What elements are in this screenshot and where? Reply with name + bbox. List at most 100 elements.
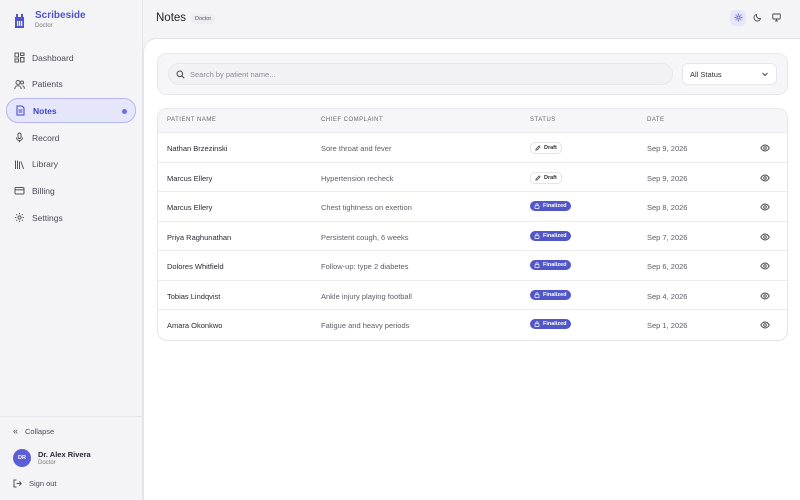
sidebar-item-patients[interactable]: Patients xyxy=(6,72,136,97)
app-role: Doctor xyxy=(35,23,53,29)
view-note-eye-icon[interactable] xyxy=(760,202,770,212)
main-content: All Status PATIENT NAME CHIEF COMPLAINT … xyxy=(143,38,800,500)
chevron-down-icon xyxy=(761,70,769,78)
patient-name: Tobias Lindqvist xyxy=(167,291,221,301)
sidebar-item-dashboard[interactable]: Dashboard xyxy=(6,45,136,70)
search-box[interactable] xyxy=(168,63,673,85)
status-label: Finalized xyxy=(543,262,567,268)
light-theme-button[interactable] xyxy=(730,10,746,26)
view-note-eye-icon[interactable] xyxy=(760,232,770,242)
search-input[interactable] xyxy=(190,69,650,79)
avatar: DR xyxy=(13,449,31,467)
view-note-eye-icon[interactable] xyxy=(760,291,770,301)
status-badge: Finalized xyxy=(530,319,571,329)
search-icon xyxy=(176,70,185,79)
status-label: Draft xyxy=(544,174,557,181)
sidebar-item-label: Billing xyxy=(32,185,55,196)
lock-icon xyxy=(534,262,540,268)
dark-theme-button[interactable] xyxy=(749,10,765,26)
table-row[interactable]: Marcus Ellery Hypertension recheck Draft Se… xyxy=(158,163,787,192)
note-date: Sep 7, 2026 xyxy=(647,232,688,242)
patient-name: Amara Okonkwo xyxy=(167,321,223,330)
status-badge-pill: Finalized xyxy=(530,319,571,329)
note-date: Sep 9, 2026 xyxy=(647,173,688,183)
credit-card-icon xyxy=(14,185,25,196)
lock-icon xyxy=(534,321,540,327)
pencil-icon xyxy=(535,174,541,181)
table-row[interactable]: Tobias Lindqvist Ankle injury playing foo… xyxy=(158,281,787,310)
chevrons-left-icon: « xyxy=(13,426,19,436)
sidebar-item-record[interactable]: Record xyxy=(6,125,136,150)
status-badge: Finalized xyxy=(530,260,571,270)
lock-icon xyxy=(534,232,540,239)
column-header-complaint[interactable]: CHIEF COMPLAINT xyxy=(321,117,383,123)
note-date: Sep 6, 2026 xyxy=(647,262,688,271)
view-note-eye-icon[interactable] xyxy=(760,261,770,271)
table-row[interactable]: Dolores Whitfield Follow-up: type 2 diabe… xyxy=(158,251,787,281)
sidebar-item-notes[interactable]: Notes xyxy=(6,98,136,124)
microphone-icon xyxy=(14,132,25,143)
sidebar-item-label: Notes xyxy=(33,105,57,116)
collapse-label: Collapse xyxy=(25,426,55,436)
chief-complaint: Follow-up: type 2 diabetes xyxy=(321,262,409,271)
sidebar-item-billing[interactable]: Billing xyxy=(6,178,136,203)
role-badge: Doctor xyxy=(191,14,216,24)
status-badge: Finalized xyxy=(530,201,571,211)
table-row[interactable]: Amara Okonkwo Fatigue and heavy periods Fi… xyxy=(158,310,787,340)
view-note-eye-icon[interactable] xyxy=(760,143,770,153)
notes-table: PATIENT NAME CHIEF COMPLAINT STATUS DATE… xyxy=(157,108,788,341)
chief-complaint: Chest tightness on exertion xyxy=(321,203,412,212)
table-row[interactable]: Nathan Brzezinski Sore throat and fever Dr… xyxy=(158,133,787,163)
document-icon xyxy=(15,105,26,116)
status-filter-select[interactable]: All Status xyxy=(682,63,777,85)
sidebar-item-library[interactable]: Library xyxy=(6,152,136,177)
sign-out-button[interactable]: Sign out xyxy=(13,479,57,488)
column-header-date[interactable]: DATE xyxy=(647,117,665,123)
user-role: Doctor xyxy=(38,459,56,466)
sidebar-item-label: Dashboard xyxy=(32,52,74,63)
status-label: Draft xyxy=(544,145,557,151)
system-theme-button[interactable] xyxy=(768,10,784,26)
note-date: Sep 9, 2026 xyxy=(647,144,688,153)
library-icon xyxy=(14,159,25,170)
sidebar-item-label: Patients xyxy=(32,79,63,90)
status-badge: Finalized xyxy=(530,289,571,300)
active-indicator xyxy=(122,109,127,115)
sidebar-item-settings[interactable]: Settings xyxy=(6,205,136,230)
dashboard-icon xyxy=(14,52,25,63)
note-date: Sep 8, 2026 xyxy=(647,203,688,212)
table-row[interactable]: Marcus Ellery Chest tightness on exertion… xyxy=(158,192,787,222)
user-profile[interactable]: DR Dr. Alex Rivera Doctor xyxy=(13,449,91,467)
status-badge: Finalized xyxy=(530,230,571,241)
brand[interactable]: Scribeside Doctor xyxy=(13,10,86,30)
sun-icon xyxy=(734,9,743,27)
sidebar: Scribeside Doctor Dashboard Patients Not… xyxy=(0,0,143,500)
status-badge: Draft xyxy=(530,171,562,184)
app-name: Scribeside xyxy=(35,10,86,21)
page-title: Notes xyxy=(156,12,187,24)
collapse-button[interactable]: « Collapse xyxy=(13,426,54,436)
view-note-eye-icon[interactable] xyxy=(760,320,770,330)
patient-name: Marcus Ellery xyxy=(167,203,213,212)
note-date: Sep 1, 2026 xyxy=(647,321,688,330)
chief-complaint: Hypertension recheck xyxy=(321,173,394,183)
status-badge-pill: Finalized xyxy=(530,289,571,300)
patient-name: Marcus Ellery xyxy=(167,173,213,183)
logo-icon xyxy=(13,13,26,29)
view-note-eye-icon[interactable] xyxy=(760,173,770,183)
patient-name: Nathan Brzezinski xyxy=(167,144,228,153)
pencil-icon xyxy=(535,145,541,151)
gear-icon xyxy=(14,212,25,223)
chief-complaint: Sore throat and fever xyxy=(321,144,392,153)
column-header-patient[interactable]: PATIENT NAME xyxy=(167,117,216,123)
table-row[interactable]: Priya Raghunathan Persistent cough, 6 wee… xyxy=(158,222,787,251)
sidebar-item-label: Library xyxy=(32,159,58,170)
chief-complaint: Fatigue and heavy periods xyxy=(321,321,410,330)
status-filter-value: All Status xyxy=(690,69,722,79)
users-icon xyxy=(14,79,25,90)
lock-icon xyxy=(534,203,540,209)
status-badge-pill: Finalized xyxy=(530,201,571,211)
column-header-status[interactable]: STATUS xyxy=(530,117,556,123)
sidebar-item-label: Record xyxy=(32,132,60,143)
status-label: Finalized xyxy=(543,203,567,209)
